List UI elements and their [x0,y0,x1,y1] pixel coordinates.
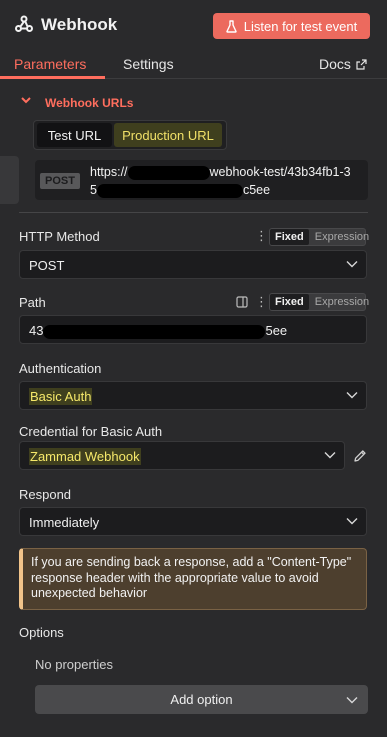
add-option-label: Add option [170,692,233,707]
authentication-select[interactable]: Basic Auth [19,381,367,410]
credential-value: Zammad Webhook [29,448,141,465]
chevron-down-icon[interactable] [20,94,32,106]
webhook-urls-toggle[interactable]: Webhook URLs [45,96,133,110]
respond-value: Immediately [29,515,100,530]
chevron-down-icon [324,452,336,459]
test-url-option[interactable]: Test URL [37,123,112,147]
redacted-block [43,324,266,339]
webhook-icon [15,15,33,32]
listen-button-label: Listen for test event [243,18,358,34]
mode-fixed[interactable]: Fixed [270,294,309,310]
chevron-down-icon [346,697,358,704]
more-options-icon[interactable]: ⋮ [255,294,268,310]
path-mode-toggle[interactable]: Fixed Expression [269,293,369,311]
path-value: 43 5ee [29,323,288,339]
http-method-label: HTTP Method [19,229,100,244]
pencil-icon[interactable] [353,449,367,463]
docs-label: Docs [319,56,351,72]
panel-drag-handle[interactable] [0,156,19,204]
authentication-value: Basic Auth [29,388,93,405]
flask-icon [226,19,237,33]
options-label: Options [19,625,64,640]
panel-icon[interactable] [236,296,248,308]
tab-docs[interactable]: Docs [319,55,367,73]
http-method-mode-toggle[interactable]: Fixed Expression [269,228,369,246]
method-badge: POST [40,173,80,189]
no-properties-text: No properties [35,657,114,672]
respond-select[interactable]: Immediately [19,507,367,536]
chevron-down-icon [346,261,358,268]
redacted-block [127,165,210,180]
path-label: Path [19,295,46,310]
active-tab-indicator [0,76,105,79]
http-method-select[interactable]: POST [19,250,367,279]
node-title: Webhook [41,15,118,34]
chevron-down-icon [346,518,358,525]
credential-label: Credential for Basic Auth [19,424,163,439]
authentication-label: Authentication [19,361,102,376]
section-divider [19,212,368,213]
chevron-down-icon [346,392,358,399]
mode-expression[interactable]: Expression [309,229,375,245]
http-method-value: POST [29,258,65,273]
production-url-option[interactable]: Production URL [114,123,222,147]
external-link-icon [356,58,367,70]
mode-expression[interactable]: Expression [309,294,375,310]
mode-fixed[interactable]: Fixed [270,229,309,245]
more-options-icon[interactable]: ⋮ [255,228,268,244]
tab-parameters[interactable]: Parameters [14,55,86,73]
tab-settings[interactable]: Settings [123,55,174,73]
credential-select[interactable]: Zammad Webhook [19,441,345,470]
webhook-url-line-1: https://webhook-test/43b34fb1-3 [90,165,351,180]
redacted-block [96,183,243,198]
path-input[interactable]: 43 5ee [19,315,367,344]
add-option-button[interactable]: Add option [35,685,368,714]
respond-label: Respond [19,487,72,502]
webhook-url-line-2: 5 c5ee [90,183,271,198]
listen-for-test-event-button[interactable]: Listen for test event [213,13,370,39]
content-type-notice: If you are sending back a response, add … [19,548,367,610]
